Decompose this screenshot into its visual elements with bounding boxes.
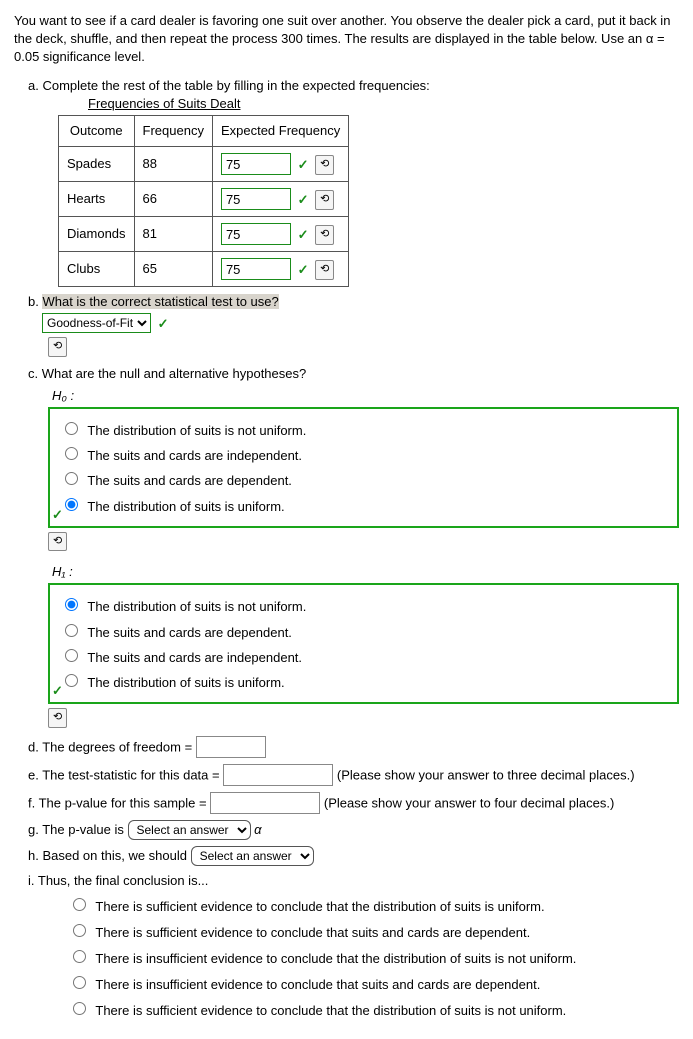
part-g: g. The p-value is Select an answer α: [28, 820, 679, 840]
h0-label: H₀ :: [52, 387, 679, 405]
radio-option[interactable]: There is insufficient evidence to conclu…: [68, 947, 679, 968]
part-c-prompt: c. What are the null and alternative hyp…: [28, 365, 679, 383]
freq-table: Outcome Frequency Expected Frequency Spa…: [58, 115, 349, 287]
retry-button[interactable]: ⟲: [315, 225, 334, 244]
part-c: c. What are the null and alternative hyp…: [28, 365, 679, 728]
part-d-prompt: d. The degrees of freedom =: [28, 739, 192, 754]
h1-label: H₁ :: [52, 563, 679, 581]
part-a-prompt: a. Complete the rest of the table by fil…: [28, 77, 679, 95]
part-i: i. Thus, the final conclusion is... Ther…: [28, 872, 679, 1021]
h0-group: The distribution of suits is not uniform…: [48, 407, 679, 528]
option-label: The distribution of suits is uniform.: [87, 675, 284, 690]
pvalue-input[interactable]: [210, 792, 320, 814]
retry-button[interactable]: ⟲: [315, 155, 334, 174]
part-d: d. The degrees of freedom =: [28, 736, 679, 758]
radio-option[interactable]: The distribution of suits is not uniform…: [60, 419, 671, 440]
part-e: e. The test-statistic for this data = (P…: [28, 764, 679, 786]
part-b-prompt: What is the correct statistical test to …: [42, 294, 278, 309]
expected-input[interactable]: [221, 258, 291, 280]
outcome-cell: Clubs: [59, 252, 135, 287]
radio-option[interactable]: The suits and cards are dependent.: [60, 469, 671, 490]
option-label: There is insufficient evidence to conclu…: [95, 977, 540, 992]
freq-cell: 66: [134, 182, 212, 217]
freq-cell: 65: [134, 252, 212, 287]
part-h: h. Based on this, we should Select an an…: [28, 846, 679, 866]
test-stat-input[interactable]: [223, 764, 333, 786]
retry-button[interactable]: ⟲: [48, 532, 67, 551]
col-exp: Expected Frequency: [212, 115, 348, 146]
table-row: Hearts 66 ✓ ⟲: [59, 182, 349, 217]
option-label: The suits and cards are independent.: [87, 448, 302, 463]
check-icon: ✓: [158, 315, 169, 333]
outcome-cell: Spades: [59, 147, 135, 182]
retry-button[interactable]: ⟲: [315, 260, 334, 279]
expected-input[interactable]: [221, 223, 291, 245]
expected-input[interactable]: [221, 188, 291, 210]
option-label: There is insufficient evidence to conclu…: [95, 951, 576, 966]
pvalue-compare-select[interactable]: Select an answer: [128, 820, 251, 840]
option-label: The suits and cards are independent.: [87, 650, 302, 665]
part-f: f. The p-value for this sample = (Please…: [28, 792, 679, 814]
check-icon: ✓: [298, 261, 309, 279]
h1-group: The distribution of suits is not uniform…: [48, 583, 679, 704]
option-label: The distribution of suits is not uniform…: [87, 599, 306, 614]
option-label: The suits and cards are dependent.: [87, 473, 292, 488]
radio-option[interactable]: The suits and cards are independent.: [60, 444, 671, 465]
retry-button[interactable]: ⟲: [48, 708, 67, 727]
radio-option[interactable]: There is sufficient evidence to conclude…: [68, 999, 679, 1020]
col-outcome: Outcome: [59, 115, 135, 146]
table-title: Frequencies of Suits Dealt: [88, 95, 679, 113]
part-e-prompt: e. The test-statistic for this data =: [28, 767, 220, 782]
option-label: The distribution of suits is uniform.: [87, 499, 284, 514]
radio-option[interactable]: The suits and cards are dependent.: [60, 621, 671, 642]
table-row: Spades 88 ✓ ⟲: [59, 147, 349, 182]
radio-option[interactable]: There is sufficient evidence to conclude…: [68, 895, 679, 916]
check-icon: ✓: [298, 191, 309, 209]
part-b: b. What is the correct statistical test …: [28, 293, 679, 357]
decision-select[interactable]: Select an answer: [191, 846, 314, 866]
radio-option[interactable]: There is insufficient evidence to conclu…: [68, 973, 679, 994]
table-row: Diamonds 81 ✓ ⟲: [59, 217, 349, 252]
check-icon: ✓: [52, 506, 63, 524]
part-h-prompt: h. Based on this, we should: [28, 848, 187, 863]
table-row: Clubs 65 ✓ ⟲: [59, 252, 349, 287]
part-a: a. Complete the rest of the table by fil…: [28, 77, 679, 288]
freq-cell: 88: [134, 147, 212, 182]
radio-option[interactable]: The distribution of suits is not uniform…: [60, 595, 671, 616]
col-freq: Frequency: [134, 115, 212, 146]
option-label: There is sufficient evidence to conclude…: [95, 899, 544, 914]
part-f-prompt: f. The p-value for this sample =: [28, 795, 207, 810]
outcome-cell: Diamonds: [59, 217, 135, 252]
check-icon: ✓: [52, 682, 63, 700]
outcome-cell: Hearts: [59, 182, 135, 217]
option-label: There is sufficient evidence to conclude…: [95, 1003, 566, 1018]
radio-option[interactable]: The distribution of suits is uniform.: [60, 495, 671, 516]
radio-option[interactable]: There is sufficient evidence to conclude…: [68, 921, 679, 942]
retry-button[interactable]: ⟲: [315, 190, 334, 209]
part-i-prompt: i. Thus, the final conclusion is...: [28, 872, 679, 890]
option-label: The suits and cards are dependent.: [87, 625, 292, 640]
part-f-hint: (Please show your answer to four decimal…: [324, 795, 614, 810]
option-label: The distribution of suits is not uniform…: [87, 423, 306, 438]
expected-input[interactable]: [221, 153, 291, 175]
df-input[interactable]: [196, 736, 266, 758]
radio-option[interactable]: The distribution of suits is uniform.: [60, 671, 671, 692]
conclusion-group: There is sufficient evidence to conclude…: [68, 895, 679, 1021]
question-intro: You want to see if a card dealer is favo…: [14, 12, 679, 67]
retry-button[interactable]: ⟲: [48, 337, 67, 356]
radio-option[interactable]: The suits and cards are independent.: [60, 646, 671, 667]
option-label: There is sufficient evidence to conclude…: [95, 925, 530, 940]
freq-cell: 81: [134, 217, 212, 252]
alpha-symbol: α: [254, 822, 261, 837]
part-g-prompt: g. The p-value is: [28, 822, 124, 837]
check-icon: ✓: [298, 226, 309, 244]
test-select[interactable]: Goodness-of-Fit: [42, 313, 151, 333]
check-icon: ✓: [298, 156, 309, 174]
part-e-hint: (Please show your answer to three decima…: [337, 767, 635, 782]
